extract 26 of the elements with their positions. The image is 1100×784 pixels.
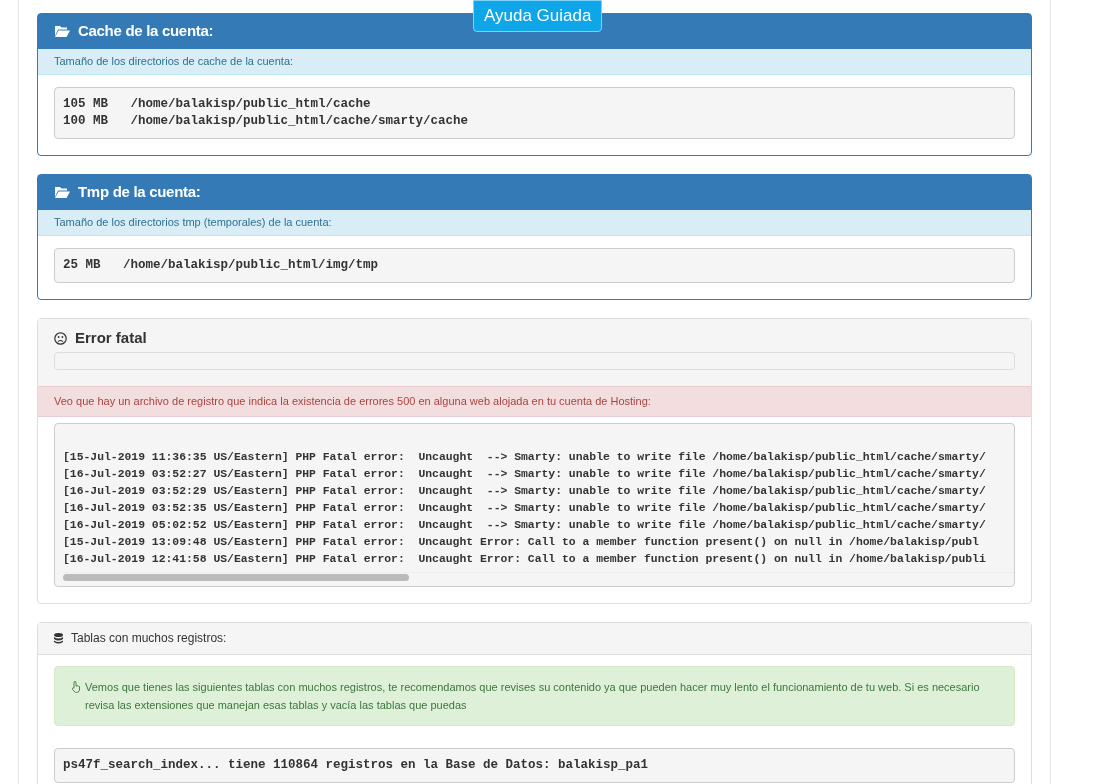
info-text: Tamaño de los directorios de cache de la cuenta: bbox=[54, 54, 294, 70]
log-line: [16-Jul-2019 12:41:58 US/Eastern] PHP Fatal error: Uncaught Error: Call to a member function present() on null in /home/balakisp/publi bbox=[63, 551, 987, 567]
code-line: 105 MB /home/balakisp/public_html/cache bbox=[63, 96, 372, 113]
folder-icon bbox=[54, 25, 70, 38]
info-text: Tamaño de los directorios tmp (temporales) de la cuenta: bbox=[54, 215, 332, 231]
panel-title: Cache de la cuenta: bbox=[78, 21, 214, 42]
folder-icon bbox=[54, 186, 70, 199]
pointing-hand-icon bbox=[71, 680, 81, 693]
log-line: [15-Jul-2019 11:36:35 US/Eastern] PHP Fatal error: Uncaught --> Smarty: unable to write file /home/balakisp/public_html/cache/smarty/ bbox=[63, 449, 987, 465]
code-line: 25 MB /home/balakisp/public_html/img/tmp bbox=[63, 257, 380, 274]
log-line: [16-Jul-2019 05:02:52 US/Eastern] PHP Fatal error: Uncaught --> Smarty: unable to write file /home/balakisp/public_html/cache/smarty/ bbox=[63, 517, 987, 533]
code-line: ps47f_search_index... tiene 110864 registros en la Base de Datos: balakisp_pa1 bbox=[63, 756, 650, 774]
panel-title: Error fatal bbox=[75, 328, 147, 348]
log-line: [16-Jul-2019 03:52:35 US/Eastern] PHP Fatal error: Uncaught --> Smarty: unable to write file /home/balakisp/public_html/cache/smarty/ bbox=[63, 500, 987, 516]
code-line: 100 MB /home/balakisp/public_html/cache/smarty/cache bbox=[63, 113, 470, 130]
database-icon bbox=[54, 632, 63, 644]
sad-face-icon bbox=[54, 331, 67, 345]
alert-text: Veo que hay un archivo de registro que indica la existencia de errores 500 en alguna web alojada en tu cuenta de Hosting: bbox=[54, 393, 651, 409]
log-line: [16-Jul-2019 03:52:27 US/Eastern] PHP Fatal error: Uncaught --> Smarty: unable to write file /home/balakisp/public_html/cache/smarty/ bbox=[63, 466, 987, 482]
notice-text: Vemos que tienes las siguientes tablas con muchos registros, te recomendamos que revises su contenido ya que pueden hacer muy lento el funcionamiento de tu web. Si es necesario revisa las extensiones que manejan esas tablas y vacía las tablas que puedas bbox=[85, 679, 981, 713]
panel-title: Tmp de la cuenta: bbox=[78, 182, 201, 203]
scrollbar-thumb[interactable] bbox=[63, 573, 409, 581]
log-line: [15-Jul-2019 13:09:48 US/Eastern] PHP Fatal error: Uncaught Error: Call to a member function present() on null in /home/balakisp/publ bbox=[63, 534, 980, 550]
log-line: [16-Jul-2019 03:52:29 US/Eastern] PHP Fatal error: Uncaught --> Smarty: unable to write file /home/balakisp/public_html/cache/smarty/ bbox=[63, 483, 987, 499]
guided-help-button[interactable]: Ayuda Guiada bbox=[473, 0, 603, 32]
panel-title: Tablas con muchos registros: bbox=[71, 630, 227, 647]
